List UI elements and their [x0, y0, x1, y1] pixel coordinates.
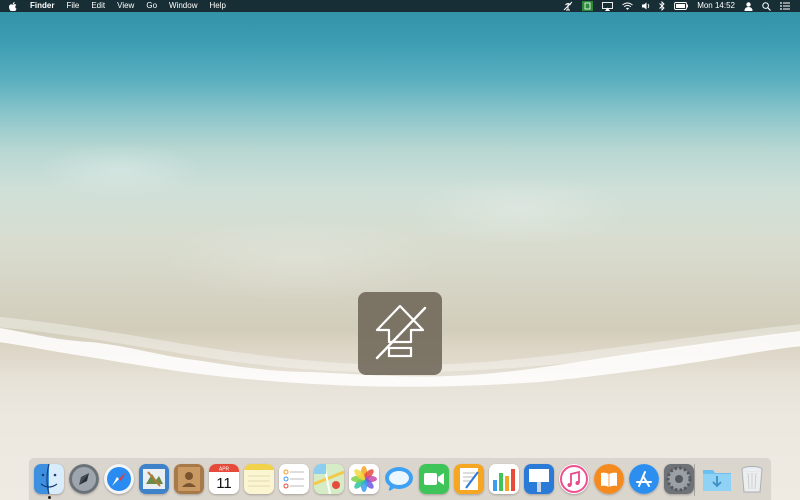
dock-numbers-icon[interactable] — [489, 464, 519, 494]
dock-contacts-icon[interactable] — [174, 464, 204, 494]
menu-window[interactable]: Window — [169, 0, 197, 12]
calendar-month-label: APR — [219, 467, 230, 473]
airplay-icon[interactable] — [602, 1, 614, 11]
keyboard-battery-icon[interactable] — [674, 2, 689, 10]
dock-calendar-icon[interactable]: APR 11 — [209, 464, 239, 494]
finder-running-indicator — [48, 496, 51, 499]
dock-messages-icon[interactable] — [384, 464, 414, 494]
menu-app-name[interactable]: Finder — [30, 0, 54, 12]
dock-itunes-icon[interactable] — [559, 464, 589, 494]
dock-launchpad-icon[interactable] — [69, 464, 99, 494]
antenna-off-icon[interactable] — [563, 1, 573, 11]
dock-reminders-icon[interactable] — [279, 464, 309, 494]
dock-app-store-icon[interactable] — [629, 464, 659, 494]
dock-downloads-folder-icon[interactable] — [702, 464, 732, 494]
menu-help[interactable]: Help — [209, 0, 225, 12]
apple-logo-icon[interactable] — [9, 1, 19, 11]
menu-clock[interactable]: Mon 14:52 — [697, 0, 735, 12]
menu-bar: Finder File Edit View Go Window Help Mon… — [0, 0, 800, 12]
battery-app-icon[interactable] — [582, 1, 594, 11]
menu-go[interactable]: Go — [146, 0, 157, 12]
dock-pages-icon[interactable] — [454, 464, 484, 494]
volume-icon[interactable] — [642, 2, 650, 10]
dock-system-preferences-icon[interactable] — [664, 464, 694, 494]
caps-lock-off-icon — [369, 300, 431, 367]
calendar-day-label: 11 — [216, 475, 232, 492]
menu-view[interactable]: View — [117, 0, 134, 12]
caps-lock-hud — [358, 292, 442, 375]
menu-file[interactable]: File — [66, 0, 79, 12]
menu-edit[interactable]: Edit — [91, 0, 105, 12]
dock-finder-icon[interactable] — [34, 464, 64, 494]
dock-keynote-icon[interactable] — [524, 464, 554, 494]
dock-notes-icon[interactable] — [244, 464, 274, 494]
dock-maps-icon[interactable] — [314, 464, 344, 494]
user-icon[interactable] — [744, 1, 753, 11]
desktop-wallpaper — [0, 0, 800, 500]
dock-ibooks-icon[interactable] — [594, 464, 624, 494]
dock-separator — [694, 464, 695, 496]
dock-mail-icon[interactable] — [139, 464, 169, 494]
wifi-icon[interactable] — [622, 2, 633, 10]
notification-list-icon[interactable] — [780, 2, 790, 10]
search-icon[interactable] — [762, 1, 771, 11]
dock: APR 11 — [28, 457, 772, 500]
bluetooth-icon[interactable] — [659, 1, 665, 11]
dock-safari-icon[interactable] — [104, 464, 134, 494]
dock-trash-icon[interactable] — [737, 464, 767, 494]
dock-photos-icon[interactable] — [349, 464, 379, 494]
dock-facetime-icon[interactable] — [419, 464, 449, 494]
